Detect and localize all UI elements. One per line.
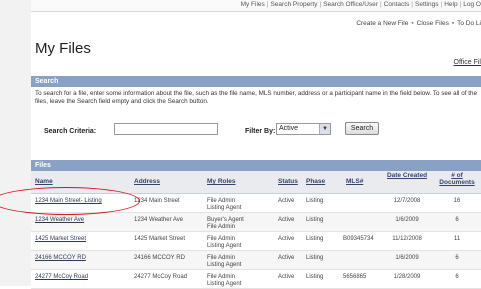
- table-row: 24166 MCCOY RD 24166 MCCOY RD File AdminLi…: [31, 251, 481, 270]
- status-cell: Active: [278, 236, 294, 243]
- phase-cell: Listing: [306, 255, 323, 262]
- bullet-separator: ▪: [449, 20, 457, 27]
- column-header-num-documents[interactable]: # of Documents: [435, 172, 479, 186]
- top-navigation: My Files|Search Property|Search Office/U…: [31, 0, 481, 12]
- to-do-list-link[interactable]: To Do Li: [457, 20, 481, 27]
- file-name-link[interactable]: 1234 Weather Ave: [35, 217, 84, 224]
- address-cell: 1234 Weather Ave: [134, 217, 183, 224]
- date-created-cell: 11/12/2008: [383, 236, 431, 243]
- files-table-header: Name Address My Roles Status Phase MLS# …: [31, 171, 481, 194]
- bullet-separator: ▪: [408, 20, 416, 27]
- address-cell: 1425 Market Street: [134, 236, 185, 243]
- document-count-cell: 6: [435, 217, 479, 224]
- file-name-link[interactable]: 24277 McCoy Road: [35, 274, 88, 281]
- phase-cell: Listing: [306, 217, 323, 224]
- file-name-link[interactable]: 24166 MCCOY RD: [35, 255, 86, 262]
- left-frame-margin: [0, 0, 31, 286]
- phase-cell: Listing: [306, 274, 323, 281]
- address-cell: 24277 McCoy Road: [134, 274, 187, 281]
- nav-search-office-user[interactable]: Search Office/User: [323, 1, 378, 8]
- search-criteria-input[interactable]: [114, 123, 218, 135]
- nav-settings[interactable]: Settings: [415, 1, 439, 8]
- filter-by-select[interactable]: Active ▼: [276, 123, 331, 135]
- status-cell: Active: [278, 274, 294, 281]
- nav-search-property[interactable]: Search Property: [270, 1, 317, 8]
- column-header-date-created[interactable]: Date Created: [383, 172, 431, 179]
- nav-contacts[interactable]: Contacts: [384, 1, 410, 8]
- column-header-status[interactable]: Status: [278, 178, 298, 185]
- search-criteria-label: Search Criteria:: [44, 128, 96, 135]
- table-row: 1425 Market Street 1425 Market Street File…: [31, 232, 481, 251]
- table-row: 24277 McCoy Road24277 McCoy RoadFile Adm…: [31, 270, 481, 289]
- filter-selected-value: Active: [279, 125, 298, 132]
- top-nav-links: My Files|Search Property|Search Office/U…: [241, 1, 481, 8]
- date-created-cell: 1/6/2009: [383, 255, 431, 262]
- roles-cell: File AdminListing Agent: [207, 236, 241, 250]
- date-created-cell: 1/28/2009: [383, 274, 431, 281]
- phase-cell: Listing: [306, 236, 323, 243]
- table-row: 1234 Main Street- Listing 1234 Main Stree…: [31, 194, 481, 213]
- column-header-address[interactable]: Address: [134, 178, 160, 185]
- address-cell: 24166 MCCOY RD: [134, 255, 185, 262]
- nav-help[interactable]: Help: [444, 1, 457, 8]
- page-title: My Files: [35, 40, 91, 57]
- address-cell: 1234 Main Street: [134, 198, 180, 205]
- document-count-cell: 6: [435, 274, 479, 281]
- roles-cell: File AdminListing Agent: [207, 255, 241, 269]
- column-header-mls[interactable]: MLS#: [346, 178, 363, 185]
- action-links: Create a New File▪Close Files▪To Do Li: [356, 20, 481, 27]
- column-header-phase[interactable]: Phase: [306, 178, 325, 185]
- search-instructions: To search for a file, enter some informa…: [35, 90, 481, 106]
- mls-cell: 5656865: [343, 274, 366, 281]
- close-files-link[interactable]: Close Files: [417, 20, 449, 27]
- filter-by-label: Filter By:: [245, 128, 275, 135]
- search-section-header: Search: [31, 76, 481, 87]
- date-created-cell: 12/7/2008: [383, 198, 431, 205]
- roles-cell: Buyer's AgentFile Admin: [207, 217, 244, 231]
- chevron-down-icon: ▼: [319, 124, 330, 134]
- phase-cell: Listing: [306, 198, 323, 205]
- column-header-name[interactable]: Name: [35, 178, 53, 185]
- nav-log-out[interactable]: Log O: [463, 1, 481, 8]
- status-cell: Active: [278, 198, 294, 205]
- date-created-cell: 1/6/2009: [383, 217, 431, 224]
- search-button[interactable]: Search: [345, 122, 379, 135]
- status-cell: Active: [278, 255, 294, 262]
- column-header-my-roles[interactable]: My Roles: [207, 178, 236, 185]
- nav-my-files[interactable]: My Files: [241, 1, 265, 8]
- document-count-cell: 16: [435, 198, 479, 205]
- roles-cell: File AdminListing Agent: [207, 198, 241, 212]
- mls-cell: B09345734: [343, 236, 374, 243]
- table-row: 1234 Weather Ave 1234 Weather Ave Buyer's …: [31, 213, 481, 232]
- file-name-link[interactable]: 1234 Main Street- Listing: [35, 198, 102, 205]
- files-section-header: Files: [31, 160, 481, 171]
- office-files-link[interactable]: Office Fil: [454, 59, 481, 66]
- status-cell: Active: [278, 217, 294, 224]
- document-count-cell: 6: [435, 255, 479, 262]
- document-count-cell: 11: [435, 236, 479, 243]
- file-name-link[interactable]: 1425 Market Street: [35, 236, 86, 243]
- create-new-file-link[interactable]: Create a New File: [356, 20, 408, 27]
